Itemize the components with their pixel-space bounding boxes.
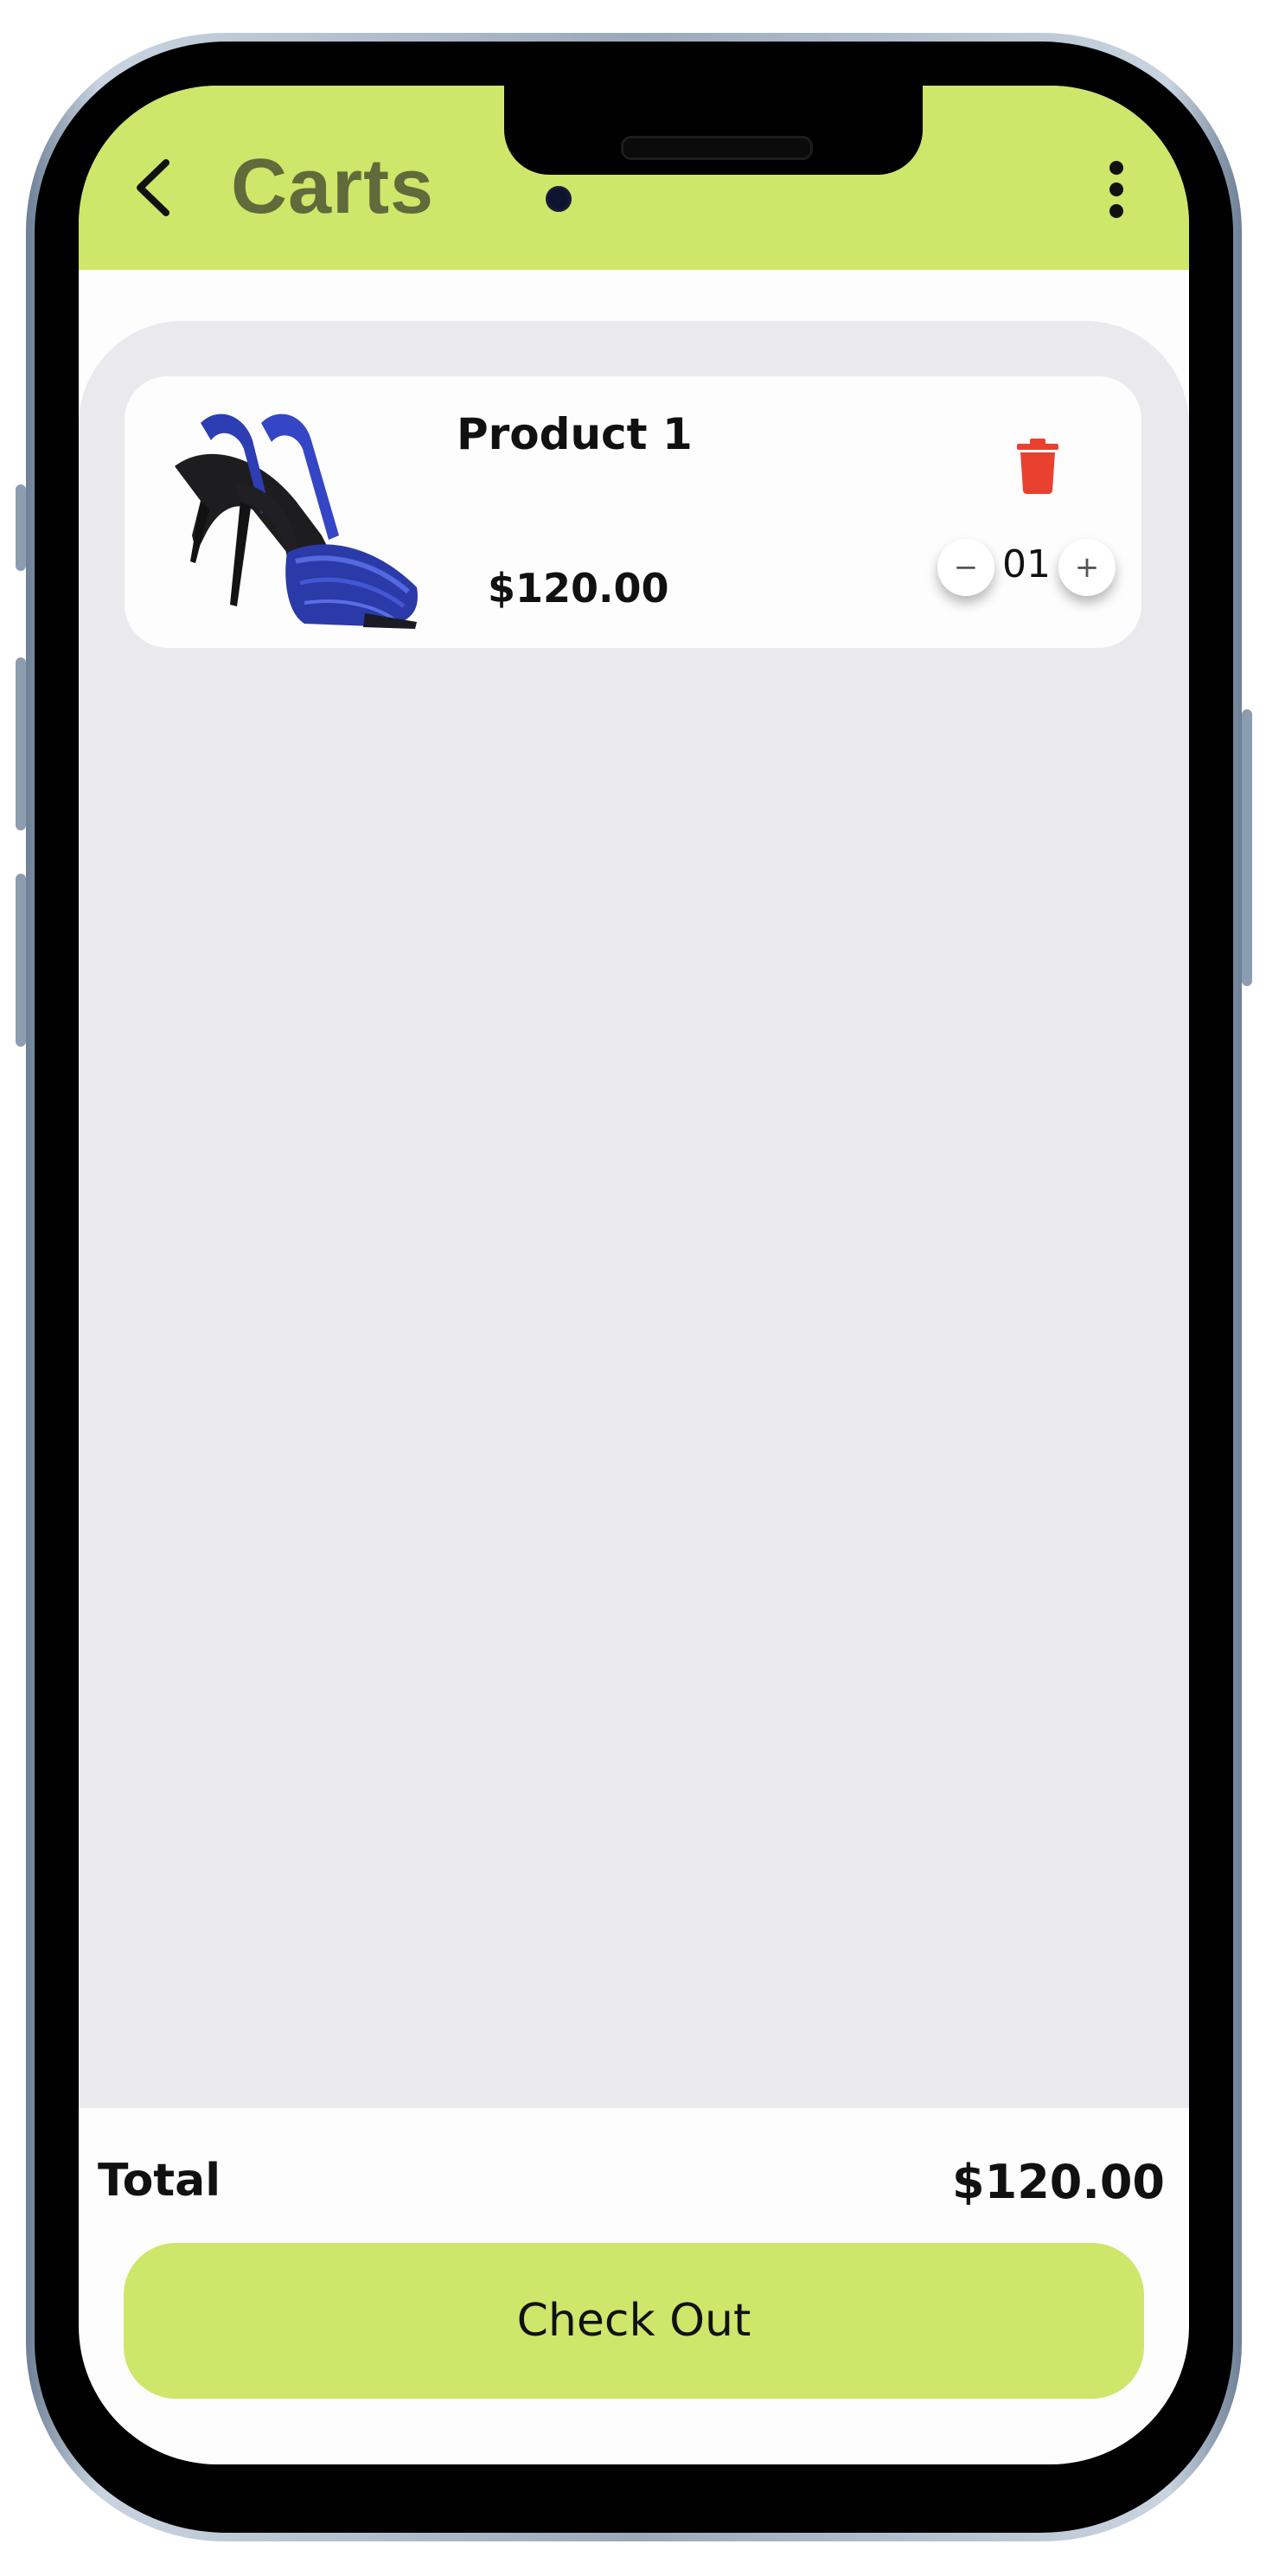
product-name: Product 1 <box>457 409 693 459</box>
trash-icon[interactable] <box>1013 439 1062 494</box>
side-button <box>16 484 26 571</box>
increase-quantity-button[interactable]: + <box>1058 539 1116 596</box>
product-price: $120.00 <box>488 565 669 612</box>
chevron-left-icon[interactable] <box>126 153 178 222</box>
app-screen: Carts Product 1 $120.00 − 01 + Total $12… <box>79 86 1189 2464</box>
side-button <box>16 657 26 830</box>
product-image <box>157 406 427 631</box>
side-button <box>16 874 26 1047</box>
decrease-quantity-button[interactable]: − <box>937 539 994 596</box>
notch <box>504 86 923 175</box>
total-label: Total <box>98 2155 221 2207</box>
more-vertical-icon[interactable] <box>1090 155 1142 224</box>
quantity-stepper: − 01 + <box>937 539 1116 596</box>
checkout-button[interactable]: Check Out <box>124 2243 1144 2399</box>
front-camera <box>546 186 572 212</box>
quantity-value: 01 <box>1002 542 1051 586</box>
cart-item: Product 1 $120.00 − 01 + <box>125 376 1141 648</box>
speaker <box>621 136 813 160</box>
plus-icon: + <box>1074 550 1100 585</box>
total-value: $120.00 <box>952 2155 1165 2209</box>
page-title: Carts <box>231 144 435 230</box>
minus-icon: − <box>953 550 979 585</box>
cart-list: Product 1 $120.00 − 01 + <box>79 321 1189 2108</box>
side-button <box>1242 709 1252 986</box>
